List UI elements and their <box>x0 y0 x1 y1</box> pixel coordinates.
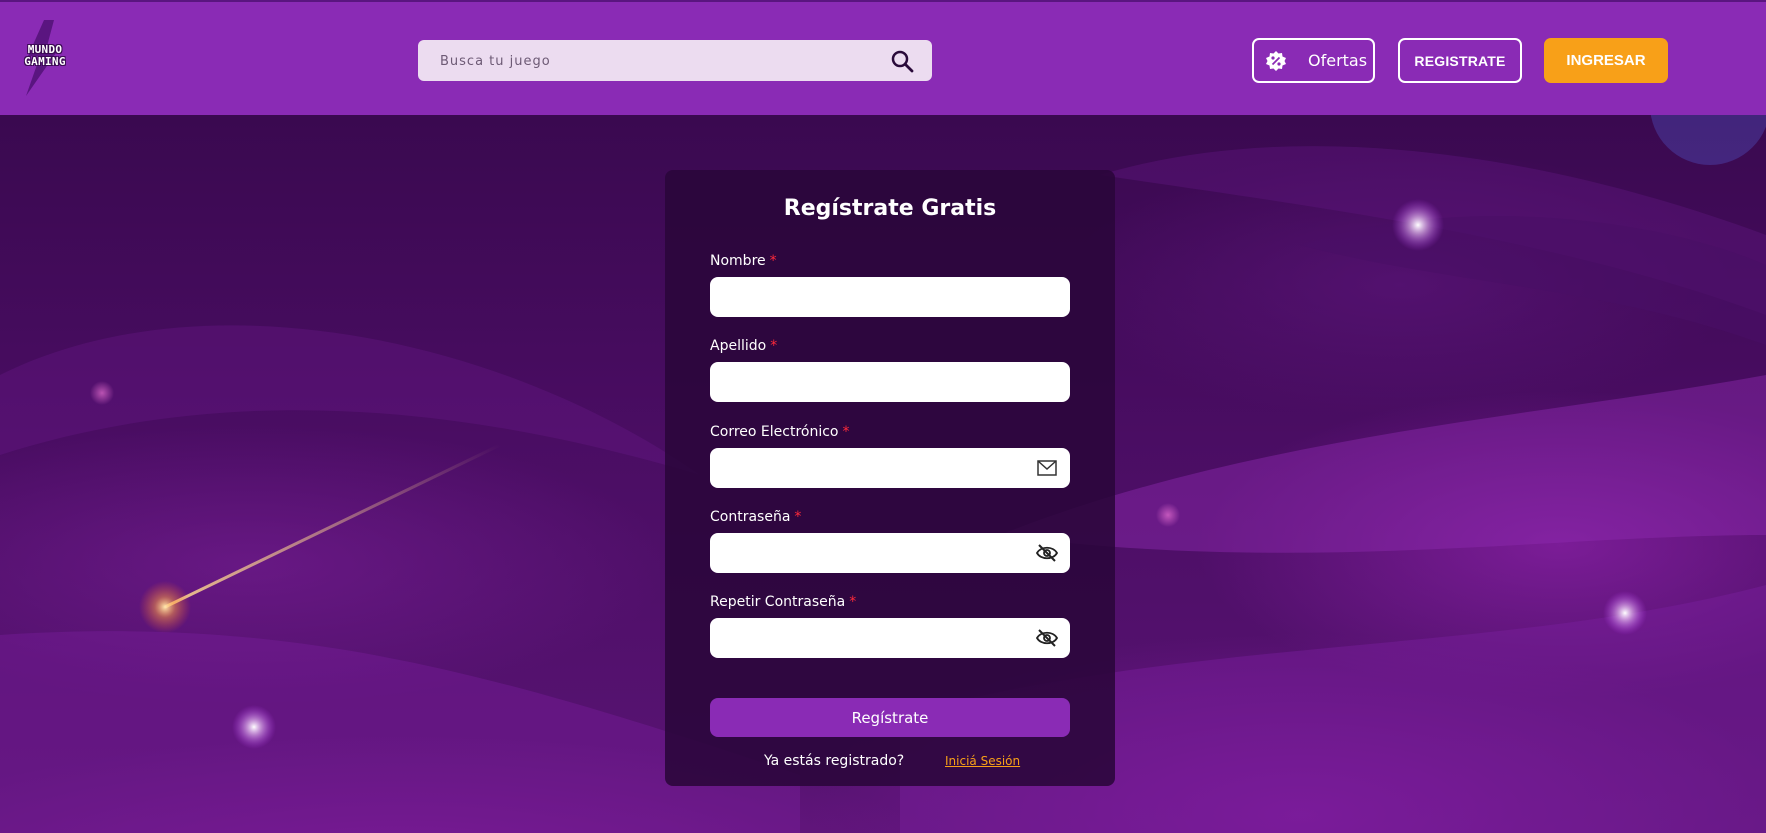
top-navbar: MUNDO GAMING Ofertas REGISTRATE INGRESAR <box>0 0 1766 115</box>
required-marker: * <box>794 509 802 525</box>
mail-icon <box>1037 460 1057 476</box>
apellido-label: Apellido * <box>710 338 778 354</box>
correo-label: Correo Electrónico * <box>710 424 850 440</box>
registrate-button[interactable]: REGISTRATE <box>1398 38 1522 83</box>
required-marker: * <box>770 338 778 354</box>
correo-field <box>710 448 1070 490</box>
eye-off-icon[interactable] <box>1036 543 1058 563</box>
nombre-input[interactable] <box>722 277 1026 319</box>
repeat-password-input[interactable] <box>722 618 1026 660</box>
mundo-gaming-logo[interactable]: MUNDO GAMING <box>10 20 76 96</box>
required-marker: * <box>849 594 857 610</box>
discount-badge-icon <box>1266 51 1286 71</box>
search-bar <box>418 40 932 83</box>
eye-off-icon[interactable] <box>1036 628 1058 648</box>
ofertas-label: Ofertas <box>1308 51 1368 70</box>
search-input[interactable] <box>438 40 882 83</box>
form-title: Regístrate Gratis <box>783 196 997 221</box>
login-link[interactable]: Iniciá Sesión <box>945 754 1020 768</box>
repetir-contrasena-label: Repetir Contraseña * <box>710 594 857 610</box>
repetir-contrasena-field <box>710 618 1070 660</box>
required-marker: * <box>842 424 850 440</box>
ofertas-button[interactable]: Ofertas <box>1252 38 1375 83</box>
required-marker: * <box>769 253 777 269</box>
nombre-field <box>710 277 1070 319</box>
ingresar-button[interactable]: INGRESAR <box>1544 38 1668 83</box>
search-icon[interactable] <box>890 49 914 73</box>
password-input[interactable] <box>722 533 1026 575</box>
contrasena-field <box>710 533 1070 575</box>
already-registered-text: Ya estás registrado? <box>764 753 905 769</box>
submit-registrate-button[interactable]: Regístrate <box>710 698 1070 737</box>
nombre-label: Nombre * <box>710 253 777 269</box>
email-input[interactable] <box>722 448 1026 490</box>
register-form-card: Regístrate Gratis Nombre * Apellido * Corr… <box>665 170 1115 786</box>
apellido-input[interactable] <box>722 362 1026 404</box>
logo-text: MUNDO GAMING <box>24 43 66 68</box>
contrasena-label: Contraseña * <box>710 509 802 525</box>
apellido-field <box>710 362 1070 404</box>
